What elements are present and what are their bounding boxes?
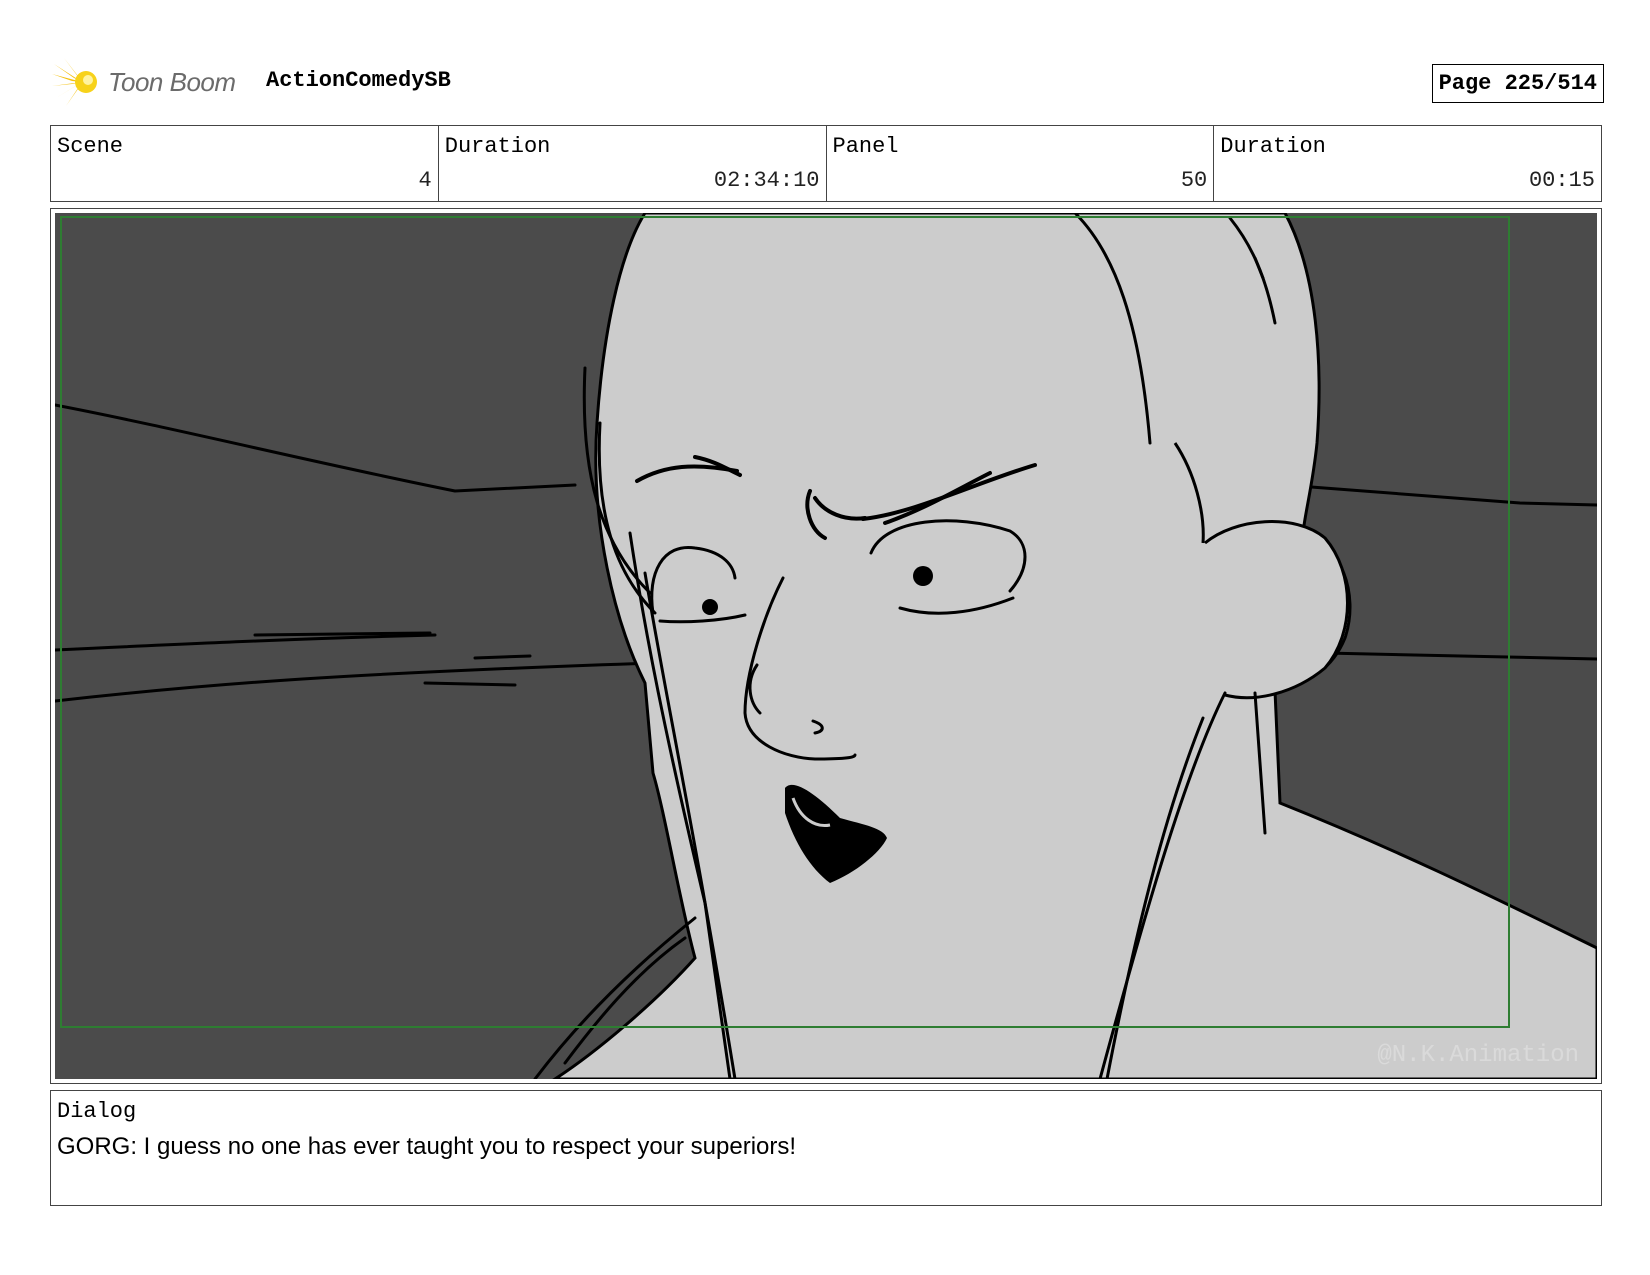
scene-duration-cell: Duration 02:34:10 [439, 126, 827, 201]
panel-label: Panel [832, 134, 899, 159]
page-header: Toon Boom ActionComedySB Page 225/514 [52, 56, 1604, 108]
dialog-box: Dialog GORG: I guess no one has ever tau… [50, 1090, 1602, 1206]
dialog-text: GORG: I guess no one has ever taught you… [57, 1133, 797, 1160]
panel-value: 50 [1180, 168, 1208, 193]
panel-duration-label: Duration [1220, 134, 1326, 159]
brand-name: Toon Boom [108, 66, 236, 97]
scene-value: 4 [418, 168, 432, 193]
starburst-icon [52, 58, 97, 106]
watermark: @N.K.Animation [1377, 1042, 1579, 1069]
character-sketch [55, 213, 1597, 1079]
panel-info-table: Scene 4 Duration 02:34:10 Panel 50 Durat… [50, 125, 1602, 202]
scene-cell: Scene 4 [51, 126, 439, 201]
scene-duration-value: 02:34:10 [713, 168, 820, 193]
dialog-label: Dialog [57, 1099, 137, 1124]
panel-duration-value: 00:15 [1528, 168, 1595, 193]
storyboard-panel: @N.K.Animation [50, 208, 1602, 1084]
panel-cell: Panel 50 [827, 126, 1215, 201]
scene-label: Scene [57, 134, 124, 159]
panel-drawing: @N.K.Animation [55, 213, 1597, 1079]
panel-duration-cell: Duration 00:15 [1214, 126, 1601, 201]
scene-duration-label: Duration [444, 134, 551, 159]
page-number: Page 225/514 [1431, 64, 1604, 103]
project-title: ActionComedySB [266, 68, 451, 93]
brand-logo: Toon Boom [52, 56, 236, 108]
